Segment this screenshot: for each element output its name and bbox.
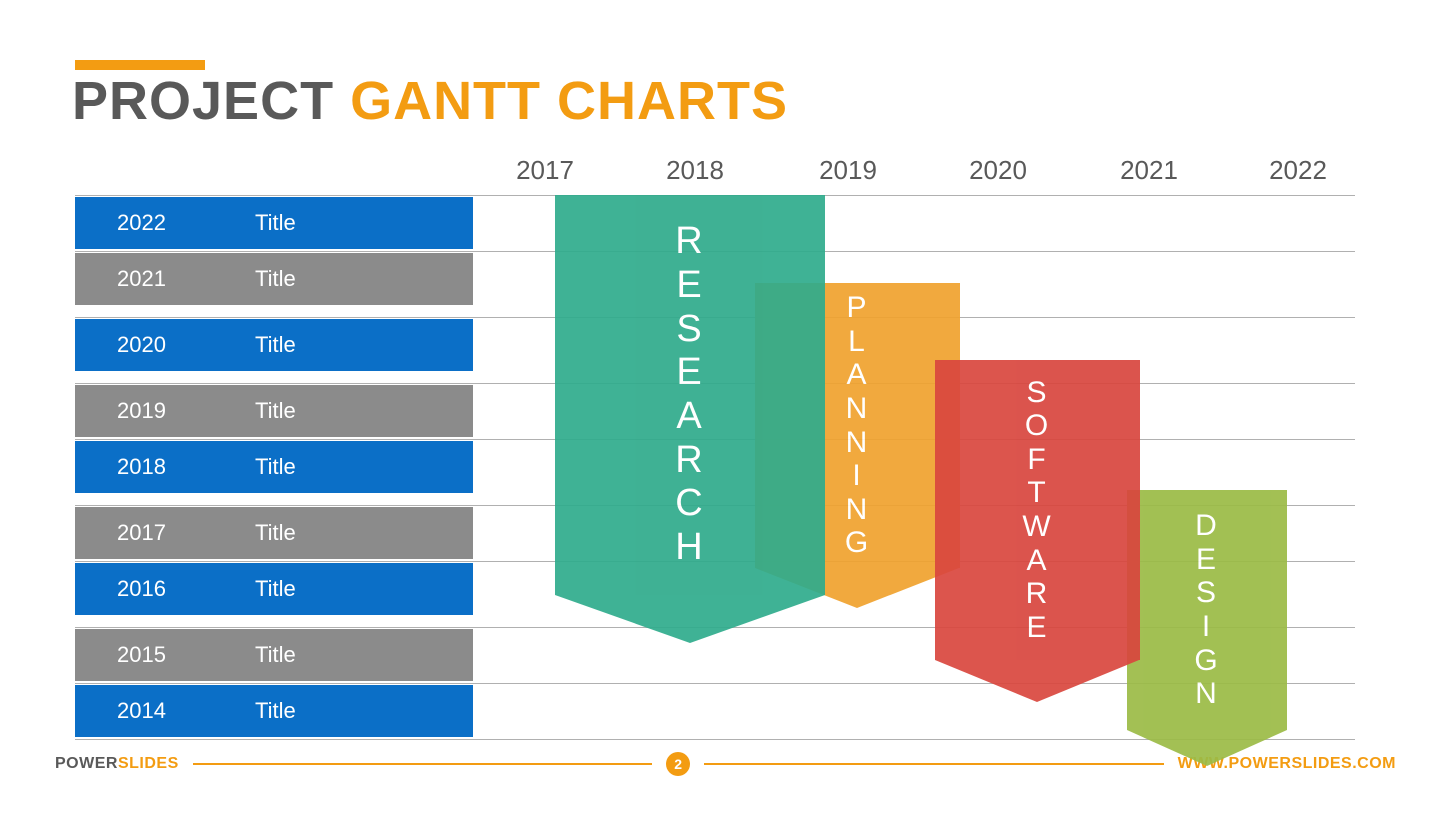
row-title: Title: [255, 576, 296, 602]
table-row: 2017Title: [75, 505, 1355, 561]
grid-line: [75, 683, 1355, 684]
x-axis-years: 2017 2018 2019 2020 2021 2022: [75, 155, 1355, 190]
row-title: Title: [255, 642, 296, 668]
grid-line: [75, 317, 1355, 318]
row-year: 2017: [75, 520, 255, 546]
grid-line: [75, 383, 1355, 384]
grid-line: [75, 195, 1355, 196]
row-left-cell: 2014Title: [75, 685, 473, 737]
row-title: Title: [255, 520, 296, 546]
grid-line: [75, 439, 1355, 440]
grid-line: [75, 251, 1355, 252]
row-year: 2016: [75, 576, 255, 602]
footer: POWERSLIDES 2 WWW.POWERSLIDES.COM: [55, 752, 1396, 776]
row-left-cell: 2021Title: [75, 253, 473, 305]
footer-brand: POWERSLIDES: [55, 755, 179, 773]
title-accent-bar: [75, 60, 205, 70]
year-tick: 2017: [516, 155, 574, 186]
row-year: 2018: [75, 454, 255, 480]
footer-rule-left: [193, 763, 652, 765]
table-row: 2019Title: [75, 383, 1355, 439]
row-left-cell: 2020Title: [75, 319, 473, 371]
row-left-cell: 2017Title: [75, 507, 473, 559]
row-title: Title: [255, 332, 296, 358]
table-row: 2016Title: [75, 561, 1355, 617]
row-year: 2014: [75, 698, 255, 724]
footer-rule-right: [704, 763, 1163, 765]
year-tick: 2020: [969, 155, 1027, 186]
brand-part1: POWER: [55, 755, 118, 772]
row-title: Title: [255, 266, 296, 292]
table-row: 2021Title: [75, 251, 1355, 307]
row-left-cell: 2022Title: [75, 197, 473, 249]
row-year: 2019: [75, 398, 255, 424]
row-title: Title: [255, 698, 296, 724]
brand-part2: SLIDES: [118, 755, 179, 772]
row-title: Title: [255, 210, 296, 236]
table-row: 2020Title: [75, 317, 1355, 373]
table-row: 2014Title: [75, 683, 1355, 739]
grid-line: [75, 505, 1355, 506]
row-title: Title: [255, 454, 296, 480]
row-year: 2022: [75, 210, 255, 236]
grid-line: [75, 739, 1355, 740]
table-row: 2018Title: [75, 439, 1355, 495]
page-title: PROJECT GANTT CHARTS: [72, 70, 788, 132]
title-part2: GANTT CHARTS: [350, 71, 788, 131]
table-row: 2022Title: [75, 195, 1355, 251]
page-number-badge: 2: [666, 752, 690, 776]
table-row: 2015Title: [75, 627, 1355, 683]
year-tick: 2018: [666, 155, 724, 186]
row-title: Title: [255, 398, 296, 424]
row-year: 2021: [75, 266, 255, 292]
title-part1: PROJECT: [72, 71, 350, 131]
row-left-cell: 2015Title: [75, 629, 473, 681]
footer-url: WWW.POWERSLIDES.COM: [1178, 755, 1396, 773]
row-left-cell: 2018Title: [75, 441, 473, 493]
grid-line: [75, 627, 1355, 628]
row-left-cell: 2016Title: [75, 563, 473, 615]
year-tick: 2022: [1269, 155, 1327, 186]
year-tick: 2021: [1120, 155, 1178, 186]
row-year: 2015: [75, 642, 255, 668]
grid-line: [75, 561, 1355, 562]
row-year: 2020: [75, 332, 255, 358]
row-left-cell: 2019Title: [75, 385, 473, 437]
year-tick: 2019: [819, 155, 877, 186]
gantt-chart: 201720182019202020212022 2022Title2021Ti…: [75, 155, 1355, 740]
